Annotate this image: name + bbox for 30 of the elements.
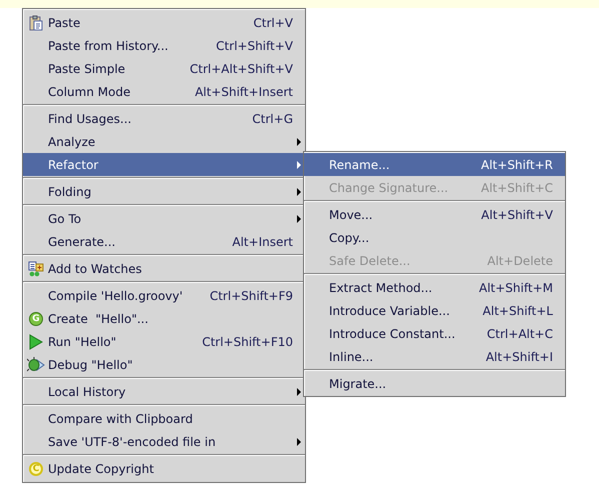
menu-item[interactable]: Paste from History... Ctrl+Shift+V — [23, 34, 305, 57]
menu-item[interactable]: Find Usages... Ctrl+G — [23, 107, 305, 130]
menu-item[interactable]: Copy... — [304, 226, 565, 249]
menu-item[interactable]: Migrate... — [304, 372, 565, 395]
copyright-icon: C — [29, 462, 43, 476]
paste-icon — [29, 14, 43, 30]
watches-icon — [28, 260, 44, 276]
menu-item[interactable]: Introduce Variable... Alt+Shift+L — [304, 299, 565, 322]
menu-item[interactable]: Column Mode Alt+Shift+Insert — [23, 80, 305, 103]
menu-item[interactable]: Rename... Alt+Shift+R — [304, 153, 565, 176]
bug-icon — [27, 356, 45, 372]
menu-item[interactable]: Paste Simple Ctrl+Alt+Shift+V — [23, 57, 305, 80]
menu-item[interactable]: Extract Method... Alt+Shift+M — [304, 276, 565, 299]
menu-item[interactable]: Save 'UTF-8'-encoded file in — [23, 430, 305, 453]
menu-item[interactable]: Add to Watches — [23, 257, 305, 280]
menu-item[interactable]: Analyze — [23, 130, 305, 153]
menu-item[interactable]: Compile 'Hello.groovy' Ctrl+Shift+F9 — [23, 284, 305, 307]
menu-item[interactable]: Refactor — [23, 153, 305, 176]
menu-item[interactable]: Generate... Alt+Insert — [23, 230, 305, 253]
menu-item[interactable]: Introduce Constant... Ctrl+Alt+C — [304, 322, 565, 345]
menu-item[interactable]: Move... Alt+Shift+V — [304, 203, 565, 226]
run-icon — [29, 334, 43, 350]
groovy-icon: G — [29, 312, 43, 326]
menu-item[interactable]: Paste Ctrl+V — [23, 11, 305, 34]
menu-item[interactable]: G Create "Hello"... — [23, 307, 305, 330]
menu-item[interactable]: Compare with Clipboard — [23, 407, 305, 430]
menu-item[interactable]: Debug "Hello" — [23, 353, 305, 376]
menu-item[interactable]: C Update Copyright — [23, 457, 305, 480]
menu-item[interactable]: Inline... Alt+Shift+I — [304, 345, 565, 368]
menu-item[interactable]: Run "Hello" Ctrl+Shift+F10 — [23, 330, 305, 353]
